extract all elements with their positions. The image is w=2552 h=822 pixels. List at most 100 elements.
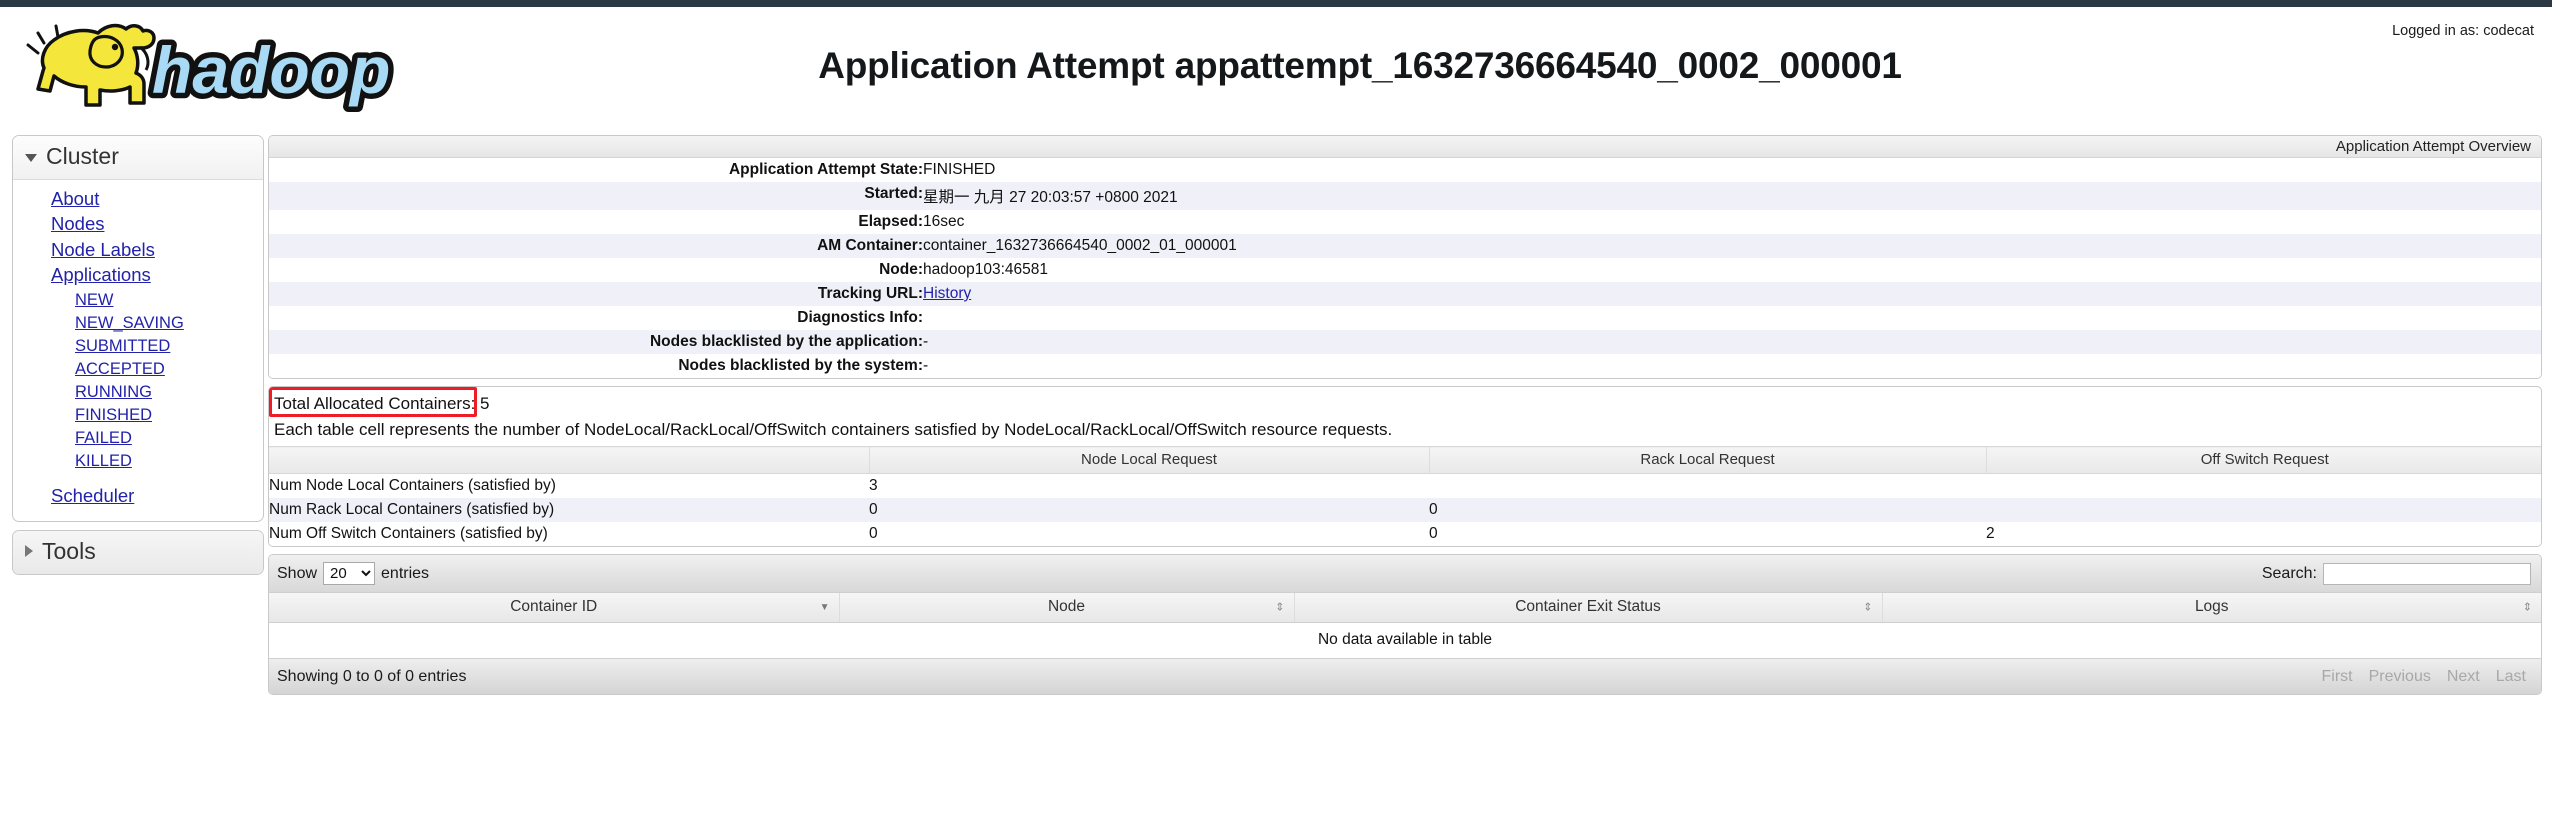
search-input[interactable] (2323, 562, 2531, 585)
main-content: Application Attempt Overview Application… (268, 135, 2542, 695)
table-header-row: Container ID ▼ Node ⇕ Container Exit Sta… (269, 593, 2541, 623)
datatable-footer: Showing 0 to 0 of 0 entries First Previo… (269, 658, 2541, 694)
overview-value (923, 306, 2541, 330)
column-header-container-id[interactable]: Container ID ▼ (269, 593, 839, 623)
overview-key: Elapsed: (858, 213, 923, 230)
overview-value-cell: History (923, 282, 2541, 306)
overview-value: 星期一 九月 27 20:03:57 +0800 2021 (923, 189, 1178, 206)
sidebar-item-state-failed[interactable]: FAILED (13, 426, 263, 449)
stats-off-switch: 2 (1986, 525, 1995, 542)
overview-key: Node: (879, 261, 923, 278)
search-label: Search: (2261, 564, 2317, 582)
pagination: First Previous Next Last (2314, 666, 2533, 688)
sidebar-item-scheduler[interactable]: Scheduler (13, 483, 263, 509)
overview-title-bar: Application Attempt Overview (269, 136, 2541, 158)
sidebar-item-state-accepted[interactable]: ACCEPTED (13, 357, 263, 380)
stats-col-node-local: Node Local Request (868, 446, 1429, 474)
overview-value: - (923, 357, 929, 374)
sidebar-item-state-running[interactable]: RUNNING (13, 380, 263, 403)
column-header-container-exit-status[interactable]: Container Exit Status ⇕ (1293, 593, 1882, 623)
pagination-first[interactable]: First (2314, 666, 2359, 688)
overview-value: hadoop103:46581 (923, 261, 1048, 278)
sidebar-item-applications[interactable]: Applications (13, 263, 263, 289)
overview-key: AM Container: (817, 237, 923, 254)
stats-col-rack-local: Rack Local Request (1428, 446, 1986, 474)
table-row: Application Attempt State: FINISHED (269, 158, 2541, 182)
elephant-glyph (26, 23, 156, 107)
stats-row-name: Num Off Switch Containers (satisfied by) (269, 525, 548, 542)
stats-node-local: 3 (869, 477, 878, 494)
hadoop-wordmark: hadoop hadoop (147, 28, 396, 113)
stats-off-switch (1986, 498, 2541, 522)
hadoop-logo[interactable]: hadoop hadoop (14, 13, 414, 125)
table-row: Num Node Local Containers (satisfied by)… (269, 473, 2541, 499)
stats-rack-local: 0 (1429, 501, 1438, 518)
sidebar-tools-header[interactable]: Tools (13, 530, 263, 574)
overview-value: 16sec (923, 213, 965, 230)
page-title: Application Attempt appattempt_163273666… (818, 45, 1902, 86)
overview-bar-title: Application Attempt Overview (2335, 138, 2531, 155)
sidebar: Cluster About Nodes Node Labels Applicat… (12, 135, 264, 583)
table-row: Nodes blacklisted by the application: - (269, 330, 2541, 354)
sidebar-panel-cluster: Cluster About Nodes Node Labels Applicat… (12, 135, 264, 522)
allocated-description: Each table cell represents the number of… (274, 420, 1393, 439)
allocated-containers-table: Node Local Request Rack Local Request Of… (269, 446, 2541, 546)
table-row: Node: hadoop103:46581 (269, 258, 2541, 282)
table-empty-row: No data available in table (269, 622, 2541, 658)
sort-none-icon: ⇕ (2522, 601, 2532, 613)
sidebar-cluster-header[interactable]: Cluster (13, 136, 263, 180)
sidebar-tools-label: Tools (42, 537, 96, 564)
containers-datatable-block: Show 20 40 60 80 100 entries Search: (268, 554, 2542, 695)
overview-value: container_1632736664540_0002_01_000001 (923, 237, 1237, 254)
sidebar-item-nodes[interactable]: Nodes (13, 212, 263, 238)
stats-col-blank (269, 446, 869, 474)
table-row: Num Off Switch Containers (satisfied by)… (269, 522, 2541, 546)
column-label: Node (1047, 598, 1086, 615)
overview-value: FINISHED (923, 161, 996, 178)
stats-row-name: Num Rack Local Containers (satisfied by) (269, 501, 555, 518)
sidebar-item-node-labels[interactable]: Node Labels (13, 237, 263, 263)
overview-block: Application Attempt Overview Application… (268, 135, 2542, 379)
page-length-control: Show 20 40 60 80 100 entries (277, 562, 429, 585)
sidebar-item-state-new[interactable]: NEW (13, 288, 263, 311)
column-label: Container Exit Status (1515, 598, 1661, 615)
table-row: Diagnostics Info: (269, 306, 2541, 330)
chevron-down-icon (25, 154, 37, 162)
table-row: Tracking URL: History (269, 282, 2541, 306)
sidebar-item-state-new-saving[interactable]: NEW_SAVING (13, 311, 263, 334)
table-row: Started: 星期一 九月 27 20:03:57 +0800 2021 (269, 182, 2541, 210)
allocated-containers-block: Total Allocated Containers: 5 Each table… (268, 386, 2542, 547)
datatable-toolbar: Show 20 40 60 80 100 entries Search: (269, 555, 2541, 593)
stats-node-local: 0 (869, 525, 878, 542)
table-row: Elapsed: 16sec (269, 210, 2541, 234)
search-control: Search: (2261, 562, 2531, 585)
pagination-next[interactable]: Next (2440, 666, 2487, 688)
overview-value: - (923, 333, 929, 350)
stats-rack-local: 0 (1429, 525, 1438, 542)
table-row: Nodes blacklisted by the system: - (269, 354, 2541, 378)
page-length-select[interactable]: 20 40 60 80 100 (323, 562, 376, 585)
sidebar-item-state-finished[interactable]: FINISHED (13, 403, 263, 426)
table-row: AM Container: container_1632736664540_00… (269, 234, 2541, 258)
stats-node-local: 0 (869, 501, 878, 518)
sidebar-item-state-killed[interactable]: KILLED (13, 449, 263, 472)
entries-info: Showing 0 to 0 of 0 entries (277, 667, 467, 685)
sidebar-cluster-body: About Nodes Node Labels Applications NEW… (13, 180, 263, 521)
overview-key: Nodes blacklisted by the system: (678, 357, 923, 374)
pagination-last[interactable]: Last (2489, 666, 2533, 688)
column-header-node[interactable]: Node ⇕ (838, 593, 1294, 623)
stats-off-switch (1986, 474, 2541, 499)
sidebar-item-about[interactable]: About (13, 186, 263, 212)
sidebar-cluster-label: Cluster (46, 143, 119, 169)
chevron-right-icon (25, 545, 33, 557)
column-header-logs[interactable]: Logs ⇕ (1881, 593, 2541, 623)
show-label: Show (277, 564, 318, 582)
stats-rack-local (1429, 474, 1986, 499)
pagination-previous[interactable]: Previous (2362, 666, 2438, 688)
overview-key: Diagnostics Info: (797, 309, 923, 326)
sidebar-item-state-submitted[interactable]: SUBMITTED (13, 334, 263, 357)
overview-table: Application Attempt State: FINISHED Star… (269, 158, 2541, 378)
column-label: Container ID (510, 598, 598, 615)
tracking-url-link[interactable]: History (923, 285, 971, 302)
